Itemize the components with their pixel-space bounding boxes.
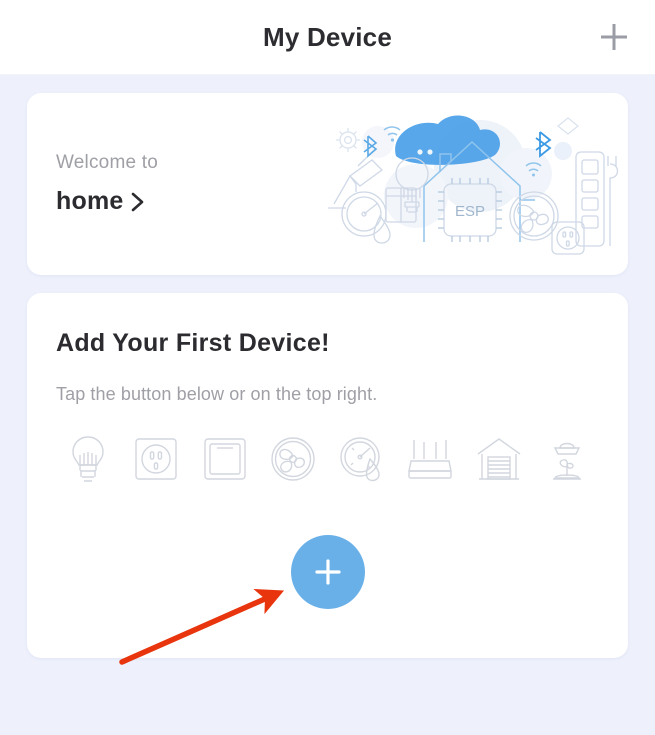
add-device-card: Add Your First Device! Tap the button be… <box>27 293 628 658</box>
home-name: home <box>56 187 124 215</box>
add-device-subtitle: Tap the button below or on the top right… <box>56 384 378 404</box>
fab-container <box>27 535 628 609</box>
smart-home-esp-illustration: .ln { fill:none; stroke:#cfd8e6; stroke-… <box>328 115 619 255</box>
home-selector[interactable]: home <box>56 187 158 216</box>
svg-text:ESP: ESP <box>455 203 485 220</box>
page-title: My Device <box>263 21 392 52</box>
socket-icon[interactable] <box>130 431 182 487</box>
add-device-fab[interactable] <box>290 535 365 609</box>
plus-icon <box>314 559 341 585</box>
app-header: My Device <box>0 0 655 75</box>
plus-icon <box>601 24 627 50</box>
grow-light-icon[interactable] <box>541 431 593 487</box>
add-device-title: Add Your First Device! <box>56 329 330 357</box>
welcome-text-block: Welcome to home <box>27 152 158 216</box>
chevron-right-icon <box>130 190 146 214</box>
sensor-gauge-icon[interactable] <box>336 431 388 487</box>
garage-door-icon[interactable] <box>473 431 525 487</box>
page-content: Welcome to home .ln { fill:none; stroke:… <box>0 75 655 735</box>
welcome-card[interactable]: Welcome to home .ln { fill:none; stroke:… <box>27 93 628 275</box>
light-bulb-icon[interactable] <box>62 431 114 487</box>
device-type-icon-row <box>56 431 599 487</box>
router-icon[interactable] <box>404 431 456 487</box>
welcome-label: Welcome to <box>56 152 158 173</box>
fan-icon[interactable] <box>267 431 319 487</box>
add-device-header-button[interactable] <box>597 20 631 54</box>
switch-panel-icon[interactable] <box>199 431 251 487</box>
